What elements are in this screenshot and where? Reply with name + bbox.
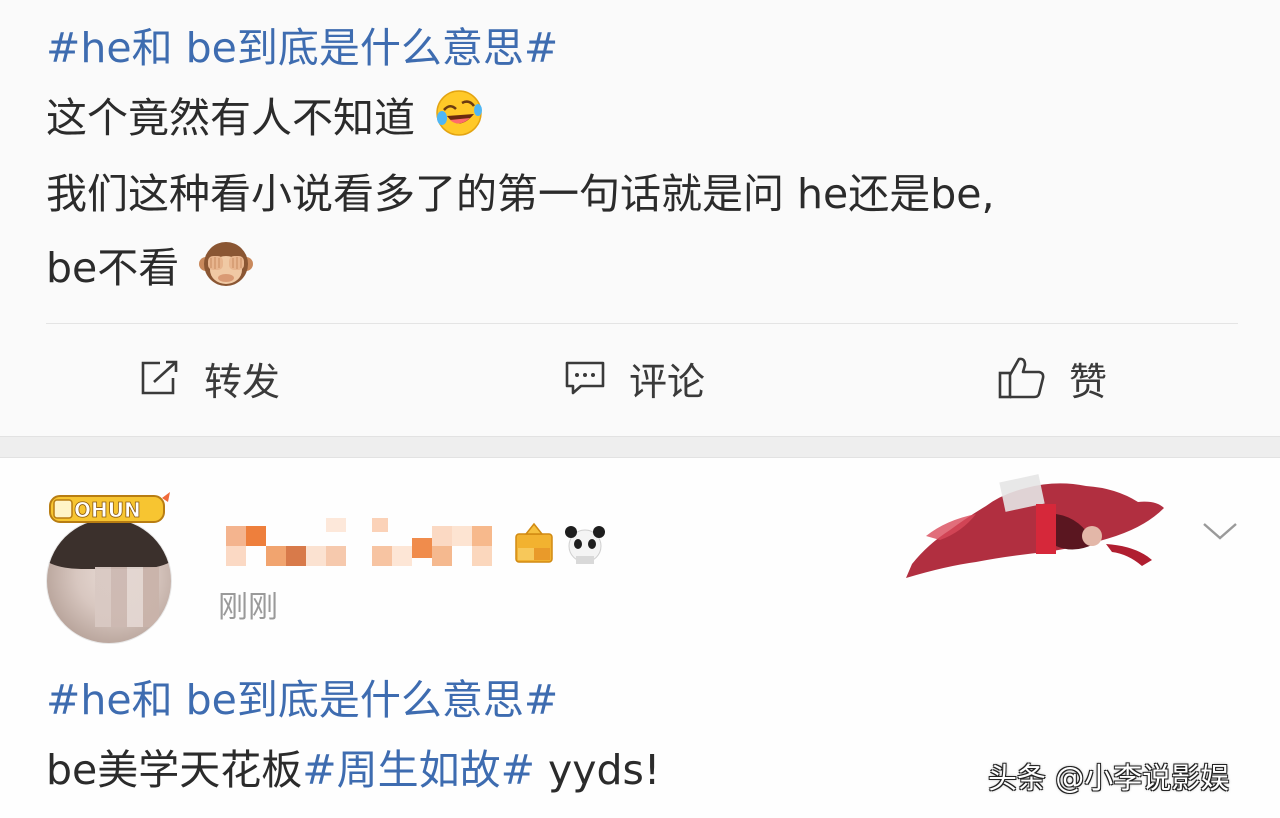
laughing-crying-emoji-icon <box>436 90 483 136</box>
topic-hashtag-link[interactable]: #he和 be到底是什么意思# <box>46 670 558 730</box>
like-button[interactable]: 赞 <box>997 350 1107 406</box>
post-text-line: 这个竟然有人不知道 <box>46 88 484 148</box>
avatar-frame-badge: OHUN <box>49 492 170 523</box>
post-text: 这个竟然有人不知道 <box>46 94 415 142</box>
post-card-1: #he和 be到底是什么意思# 这个竟然有人不知道 我们这种看小说看多了的第一句… <box>0 0 1280 436</box>
watermark: 头条 @小李说影娱 <box>988 761 1230 795</box>
chevron-down-icon[interactable] <box>1198 516 1242 546</box>
post-text-line: be美学天花板#周生如故# yyds! <box>46 740 660 800</box>
forward-label: 转发 <box>204 359 281 404</box>
avatar-badge-text: OHUN <box>74 498 141 522</box>
post-timestamp: 刚刚 <box>218 590 278 625</box>
username-redacted <box>226 518 492 566</box>
hashtag-link[interactable]: #周生如故# <box>302 746 535 794</box>
post-text: be不看 <box>46 244 180 292</box>
forward-button[interactable]: 转发 <box>138 350 280 406</box>
comment-label: 评论 <box>629 359 706 404</box>
divider <box>46 323 1238 324</box>
panda-badge-icon <box>565 526 605 564</box>
thumbs-up-icon <box>998 357 1045 399</box>
avatar[interactable]: OHUN <box>44 488 174 644</box>
see-no-evil-monkey-emoji-icon <box>199 242 254 286</box>
avatar-image <box>46 518 172 644</box>
card-decoration-image <box>906 474 1164 578</box>
post-text: 我们这种看小说看多了的第一句话就是问 he还是be, <box>46 170 995 218</box>
post-text: yyds! <box>534 746 661 794</box>
avatar-mosaic <box>95 567 159 627</box>
vip-membership-icon <box>515 522 553 563</box>
comment-icon <box>565 361 605 395</box>
comment-button[interactable]: 评论 <box>563 350 705 406</box>
share-icon <box>141 360 178 395</box>
like-label: 赞 <box>1069 359 1108 404</box>
topic-hashtag-link[interactable]: #he和 be到底是什么意思# <box>46 18 558 78</box>
section-separator <box>0 436 1280 458</box>
post-text: be美学天花板 <box>46 746 303 794</box>
post-text-line: be不看 <box>46 236 254 298</box>
